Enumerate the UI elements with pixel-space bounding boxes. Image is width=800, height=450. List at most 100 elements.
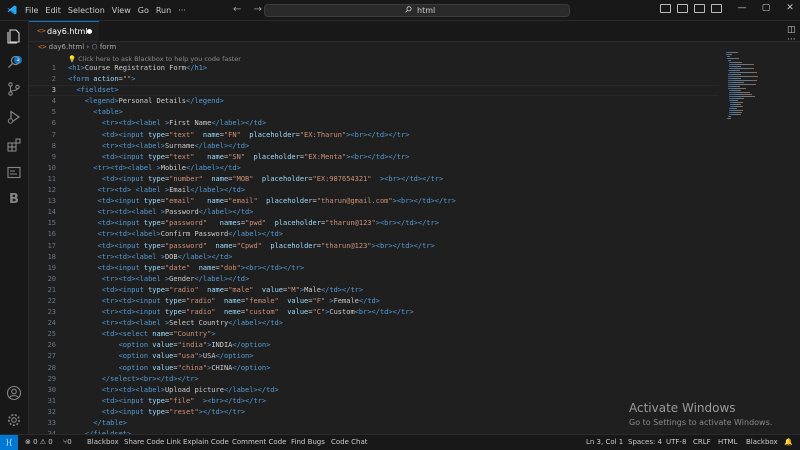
menu-file[interactable]: File: [25, 6, 38, 15]
code-line[interactable]: <tr><td><label >DOB</label></td>: [68, 252, 456, 263]
code-line[interactable]: <tr><td><label>Surname</label></td>: [68, 141, 456, 152]
remote-indicator-icon[interactable]: ⟩⟨: [0, 435, 18, 450]
code-token: <option: [118, 352, 153, 361]
code-line[interactable]: <td><input type="password" name="Cpwd" p…: [68, 241, 456, 252]
code-line[interactable]: <h1>Course Registration Form</h1>: [68, 63, 456, 74]
editor-scrollbar[interactable]: [787, 41, 800, 434]
breadcrumb-node[interactable]: form: [100, 43, 116, 51]
code-line[interactable]: </select><br></td></tr>: [68, 374, 456, 385]
ports-indicator[interactable]: ⑂0: [63, 438, 72, 446]
code-token: "M": [287, 285, 300, 294]
code-line[interactable]: <tr><td><input type="radio" neme="custom…: [68, 307, 456, 318]
close-icon[interactable]: ✕: [778, 3, 800, 13]
remote-explorer-icon[interactable]: [6, 165, 22, 181]
code-line[interactable]: <td><input type="radio" name="male" valu…: [68, 285, 456, 296]
code-token: "radio": [186, 296, 216, 305]
code-token: "password": [164, 241, 208, 250]
tab-day6-html[interactable]: <> day6.html: [29, 21, 99, 41]
minimap[interactable]: [726, 52, 768, 122]
search-icon[interactable]: [6, 54, 22, 70]
code-line[interactable]: <td><input type="number" name="MOB" plac…: [68, 174, 456, 185]
explorer-icon[interactable]: [6, 28, 22, 44]
code-line[interactable]: <td><input type="text" name="SN" placeho…: [68, 152, 456, 163]
status-code-chat[interactable]: Code Chat: [331, 438, 368, 446]
menu-selection[interactable]: Selection: [68, 6, 105, 15]
line-number: 8: [51, 141, 56, 150]
status-comment-code[interactable]: Comment Code: [232, 438, 286, 446]
status-explain-code[interactable]: Explain Code: [183, 438, 229, 446]
code-line[interactable]: <table>: [68, 107, 456, 118]
code-line[interactable]: <tr><td><label>Upload picture</label></t…: [68, 385, 456, 396]
encoding[interactable]: UTF-8: [666, 438, 686, 446]
settings-gear-icon[interactable]: [6, 412, 22, 428]
problems-indicator[interactable]: ⊗ 0 ⚠ 0: [25, 438, 53, 446]
code-line[interactable]: </table>: [68, 418, 456, 429]
code-line[interactable]: <td><input type="file" ><br></td></tr>: [68, 396, 456, 407]
split-editor-icon[interactable]: ◫: [787, 25, 796, 35]
blackbox-hint[interactable]: 💡 Click here to ask Blackbox to help you…: [68, 55, 241, 63]
code-line[interactable]: <form action="">: [68, 74, 456, 85]
code-line[interactable]: <tr><td><label >Gender</label></td>: [68, 274, 456, 285]
code-line[interactable]: <td><input type="date" name="dob"><br></…: [68, 263, 456, 274]
code-token: </select><br></td></tr>: [101, 374, 199, 383]
menu-go[interactable]: Go: [138, 6, 149, 15]
menu-more[interactable]: ···: [178, 6, 186, 15]
minimap-line: [726, 52, 738, 53]
status-blackbox[interactable]: Blackbox: [87, 438, 119, 446]
code-line[interactable]: <tr><td><label >First Name</label></td>: [68, 118, 456, 129]
line-number: 28: [47, 363, 56, 372]
code-line[interactable]: <tr><td><label >Select Country</label></…: [68, 318, 456, 329]
code-editor[interactable]: <h1>Course Registration Form</h1> <form a…: [68, 63, 456, 440]
minimap-line: [728, 74, 741, 75]
status-share-code-link[interactable]: Share Code Link: [124, 438, 181, 446]
code-line[interactable]: <fieldset>: [68, 85, 456, 96]
blackbox-icon[interactable]: B: [6, 192, 22, 208]
indentation[interactable]: Spaces: 4: [628, 438, 662, 446]
menu-edit[interactable]: Edit: [45, 6, 61, 15]
code-line[interactable]: <option value="india">INDIA</option>: [68, 340, 456, 351]
source-control-icon[interactable]: [6, 81, 22, 97]
accounts-icon[interactable]: [6, 385, 22, 401]
vscode-logo-icon[interactable]: [7, 5, 17, 15]
notifications-bell-icon[interactable]: 🔔: [784, 438, 793, 446]
back-arrow-icon[interactable]: ←: [233, 4, 241, 15]
toggle-primary-sidebar-icon[interactable]: [660, 4, 671, 13]
minimap-line: [728, 86, 740, 87]
minimize-icon[interactable]: —: [730, 3, 754, 13]
line-endings[interactable]: CRLF: [693, 438, 711, 446]
code-line[interactable]: <td><input type="text" name="FN" placeho…: [68, 130, 456, 141]
code-token: Confirm Password: [160, 230, 229, 239]
code-line[interactable]: <tr><td> <label >Email</label></td>: [68, 185, 456, 196]
code-line[interactable]: <legend>Personal Details</legend>: [68, 96, 456, 107]
code-line[interactable]: <td><input type="email" name="email" pla…: [68, 196, 456, 207]
unsaved-dot-icon[interactable]: [87, 29, 92, 34]
cursor-position[interactable]: Ln 3, Col 1: [586, 438, 623, 446]
code-line[interactable]: <option value="usa">USA</option>: [68, 351, 456, 362]
menu-run[interactable]: Run: [156, 6, 171, 15]
code-line[interactable]: <option value="china">CHINA</option>: [68, 363, 456, 374]
code-line[interactable]: <tr><td><label >Password</label></td>: [68, 207, 456, 218]
command-center-search[interactable]: html: [264, 4, 570, 17]
status-find-bugs[interactable]: Find Bugs: [291, 438, 325, 446]
code-line[interactable]: <tr><td><input type="radio" name="female…: [68, 296, 456, 307]
status-blackbox-right[interactable]: Blackbox: [746, 438, 778, 446]
forward-arrow-icon[interactable]: →: [254, 4, 262, 15]
extensions-icon[interactable]: [6, 137, 22, 153]
menu-view[interactable]: View: [112, 6, 131, 15]
code-line[interactable]: <td><select name="Country">: [68, 329, 456, 340]
code-line[interactable]: <td><input type="password" names="pwd" p…: [68, 218, 456, 229]
code-token: <tr><td>: [97, 186, 136, 195]
code-line[interactable]: <tr><td><label>Confirm Password</label><…: [68, 229, 456, 240]
run-and-debug-icon[interactable]: [6, 109, 22, 125]
code-line[interactable]: <td><input type="reset"></td></tr>: [68, 407, 456, 418]
toggle-panel-icon[interactable]: [677, 4, 688, 13]
toggle-secondary-sidebar-icon[interactable]: [694, 4, 705, 13]
maximize-icon[interactable]: ▢: [754, 3, 778, 13]
code-token: Password: [164, 208, 199, 217]
code-token: </label></td>: [194, 141, 250, 150]
breadcrumb-file[interactable]: day6.html: [49, 43, 85, 51]
customize-layout-icon[interactable]: [711, 4, 722, 13]
code-line[interactable]: <tr><td><label >Mobile</label></td>: [68, 163, 456, 174]
language-mode[interactable]: HTML: [718, 438, 737, 446]
